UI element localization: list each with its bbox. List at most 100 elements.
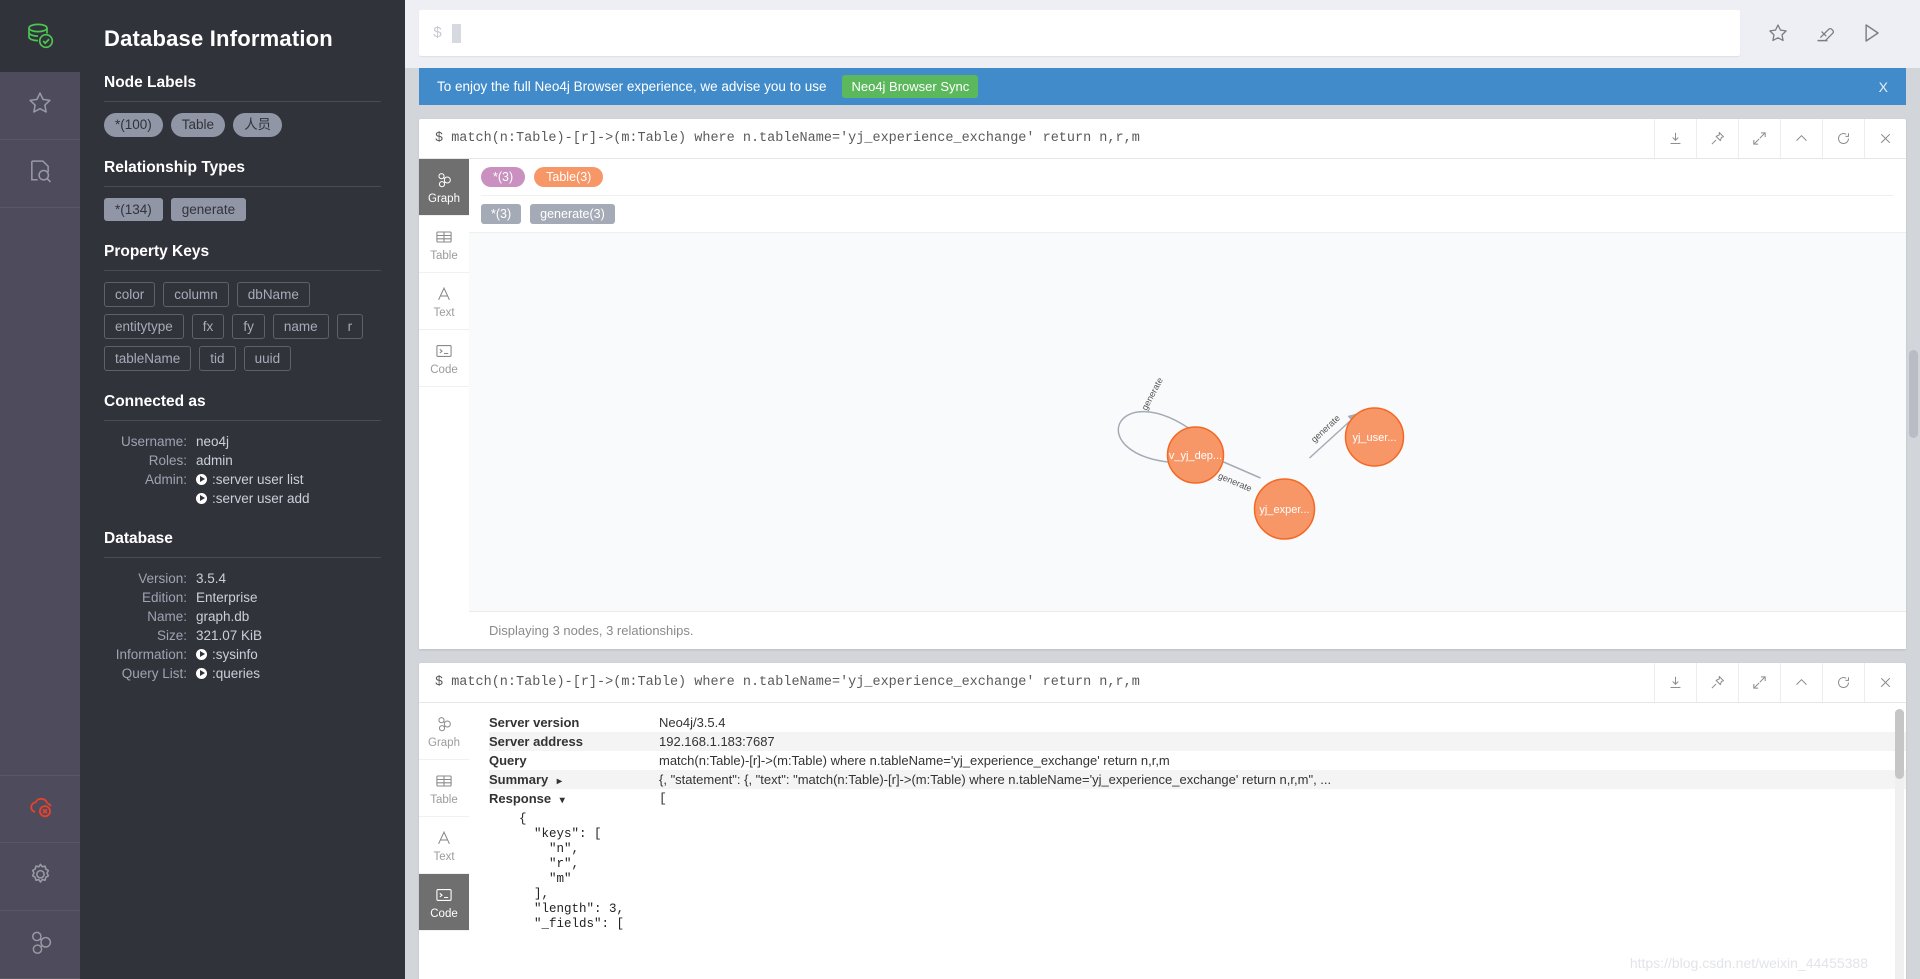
- kv-value: admin: [196, 452, 233, 468]
- pin-icon[interactable]: [1696, 663, 1738, 702]
- command-label: :sysinfo: [212, 646, 258, 662]
- property-key-chip[interactable]: name: [272, 313, 329, 339]
- view-tab-text[interactable]: Text: [419, 817, 469, 874]
- rail-item-settings[interactable]: [0, 843, 80, 911]
- meta-key: Summary: [489, 772, 549, 787]
- code-scrollbar-thumb[interactable]: [1895, 709, 1904, 779]
- refresh-icon[interactable]: [1822, 119, 1864, 158]
- property-keys-heading: Property Keys: [104, 242, 210, 260]
- code-scrollbar[interactable]: [1895, 709, 1904, 979]
- kv-row: Name: graph.db: [104, 607, 381, 626]
- rail-item-browse-documents[interactable]: [0, 140, 80, 208]
- star-icon: [26, 89, 54, 122]
- view-tab-label: Text: [433, 850, 455, 863]
- queries-command[interactable]: :queries: [196, 664, 260, 683]
- graph-canvas[interactable]: generate generate generate v_yj_dep... y…: [469, 233, 1906, 611]
- legend-pill-node[interactable]: *(3): [481, 167, 526, 187]
- rail-spacer: [0, 208, 80, 775]
- view-tab-code[interactable]: Code: [419, 330, 469, 387]
- view-tab-graph[interactable]: Graph: [419, 703, 469, 760]
- table-row: Response ▾ [: [489, 789, 1906, 808]
- page-scrollbar-thumb[interactable]: [1909, 350, 1918, 438]
- clear-editor-button[interactable]: [1812, 21, 1836, 45]
- expand-icon[interactable]: [1738, 663, 1780, 702]
- kv-key-spacer: [104, 489, 196, 508]
- property-key-chip[interactable]: uuid: [243, 345, 292, 371]
- relationship-type-chip[interactable]: *(134): [104, 197, 163, 221]
- expand-icon[interactable]: [1738, 119, 1780, 158]
- close-icon[interactable]: [1864, 119, 1906, 158]
- frame-header: $ match(n:Table)-[r]->(m:Table) where n.…: [419, 663, 1906, 703]
- connected-as-values: Username: neo4j Roles: admin Admin: :ser…: [104, 432, 381, 508]
- property-key-chip[interactable]: r: [336, 313, 364, 339]
- kv-row: Username: neo4j: [104, 432, 381, 451]
- property-key-chip[interactable]: dbName: [236, 281, 310, 307]
- result-frame-code: $ match(n:Table)-[r]->(m:Table) where n.…: [419, 663, 1906, 979]
- property-key-chip[interactable]: tableName: [104, 345, 192, 371]
- favorite-button[interactable]: [1766, 21, 1790, 45]
- legend-pill-node[interactable]: Table(3): [534, 167, 604, 187]
- view-tab-code[interactable]: Code: [419, 874, 469, 931]
- icon-rail: [0, 0, 80, 979]
- table-row: Server address 192.168.1.183:7687: [489, 732, 1906, 751]
- rail-item-sync-disconnected[interactable]: [0, 775, 80, 843]
- chevron-up-icon[interactable]: [1780, 119, 1822, 158]
- download-icon[interactable]: [1654, 119, 1696, 158]
- relationship-types-heading: Relationship Types: [104, 158, 245, 176]
- view-tab-text[interactable]: Text: [419, 273, 469, 330]
- refresh-icon[interactable]: [1822, 663, 1864, 702]
- legend-pill-relationship[interactable]: generate(3): [530, 204, 615, 224]
- summary-expand-toggle[interactable]: ▸: [557, 776, 562, 787]
- query-editor[interactable]: $: [419, 10, 1740, 56]
- command-label: :queries: [212, 665, 261, 681]
- cloud-x-icon: [26, 792, 55, 826]
- node-label-chip[interactable]: Table: [170, 113, 226, 137]
- chevron-up-icon[interactable]: [1780, 663, 1822, 702]
- view-tab-graph[interactable]: Graph: [419, 159, 469, 216]
- view-tab-table[interactable]: Table: [419, 216, 469, 273]
- kv-row: Information: :sysinfo: [104, 645, 381, 664]
- relationship-type-chip[interactable]: generate: [170, 197, 247, 221]
- rail-bottom-group: [0, 775, 80, 979]
- server-user-list-command[interactable]: :server user list: [196, 470, 304, 489]
- meta-key-response[interactable]: Response ▾: [489, 789, 659, 808]
- meta-key-summary[interactable]: Summary ▸: [489, 770, 659, 789]
- node-label-chip[interactable]: 人员: [233, 113, 283, 137]
- legend-relationship-pills: *(3) generate(3): [481, 195, 1894, 232]
- neo4j-database-check-icon[interactable]: [0, 0, 80, 72]
- legend-pill-relationship[interactable]: *(3): [481, 204, 522, 224]
- view-tab-label: Graph: [428, 192, 460, 205]
- download-icon[interactable]: [1654, 663, 1696, 702]
- view-tab-table[interactable]: Table: [419, 760, 469, 817]
- meta-value: match(n:Table)-[r]->(m:Table) where n.ta…: [659, 753, 1170, 768]
- divider: [104, 419, 381, 421]
- divider: [104, 556, 381, 558]
- browser-sync-banner: To enjoy the full Neo4j Browser experien…: [419, 68, 1906, 105]
- response-collapse-toggle[interactable]: ▾: [560, 795, 565, 806]
- server-user-add-command[interactable]: :server user add: [196, 489, 310, 508]
- property-key-chip[interactable]: column: [163, 281, 229, 307]
- kv-value: graph.db: [196, 608, 250, 624]
- close-icon[interactable]: [1864, 663, 1906, 702]
- database-heading: Database: [104, 529, 173, 547]
- rail-item-about[interactable]: [0, 911, 80, 979]
- gear-icon: [26, 860, 55, 894]
- database-values: Version: 3.5.4 Edition: Enterprise Name:…: [104, 569, 381, 683]
- sysinfo-command[interactable]: :sysinfo: [196, 645, 258, 664]
- kv-row: Size: 321.07 KiB: [104, 626, 381, 645]
- play-icon: [196, 492, 207, 504]
- run-query-button[interactable]: [1858, 20, 1884, 46]
- property-key-chip[interactable]: entitytype: [104, 313, 184, 339]
- property-key-chip[interactable]: fy: [232, 313, 265, 339]
- node-label-chip[interactable]: *(100): [104, 113, 163, 137]
- property-key-chip[interactable]: fx: [191, 313, 225, 339]
- rail-item-favorites[interactable]: [0, 72, 80, 140]
- property-key-chip[interactable]: color: [104, 281, 156, 307]
- property-key-chip[interactable]: tid: [199, 345, 236, 371]
- node-labels-heading: Node Labels: [104, 74, 197, 91]
- banner-close-button[interactable]: X: [1879, 79, 1888, 95]
- kv-row: Roles: admin: [104, 451, 381, 470]
- browser-sync-button[interactable]: Neo4j Browser Sync: [842, 75, 979, 98]
- kv-key: Information:: [115, 646, 187, 662]
- pin-icon[interactable]: [1696, 119, 1738, 158]
